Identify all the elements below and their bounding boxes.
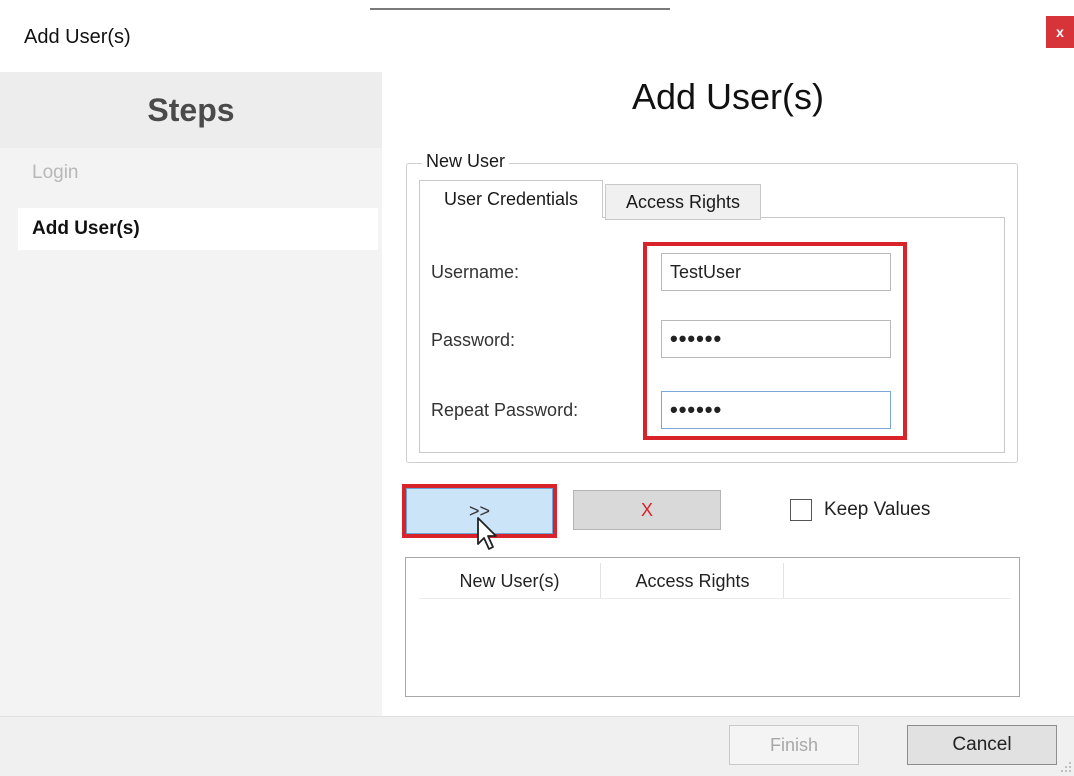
steps-panel: Steps Login Add User(s) (0, 72, 382, 716)
tab-access-rights[interactable]: Access Rights (605, 184, 761, 220)
cancel-button[interactable]: Cancel (907, 725, 1057, 765)
tab-user-credentials[interactable]: User Credentials (419, 180, 603, 218)
mouse-pointer-icon (477, 517, 497, 550)
keep-values-checkbox[interactable] (790, 499, 812, 521)
highlight-fields-box (643, 242, 907, 440)
clear-button[interactable]: X (573, 490, 721, 530)
column-header-new-users[interactable]: New User(s) (419, 563, 601, 599)
repeat-password-label: Repeat Password: (431, 400, 579, 420)
page-title: Add User(s) (631, 76, 825, 117)
window-title: Add User(s) (24, 26, 131, 48)
password-label: Password: (431, 330, 516, 350)
username-label: Username: (431, 262, 520, 282)
groupbox-title: New User (422, 151, 510, 172)
finish-button[interactable]: Finish (729, 725, 859, 765)
title-bar: Add User(s) (0, 10, 1074, 72)
resize-grip-icon[interactable] (1060, 760, 1072, 772)
step-item-login[interactable]: Login (18, 152, 378, 194)
close-icon[interactable]: x (1046, 16, 1074, 48)
keep-values-label: Keep Values (824, 499, 931, 520)
list-header-divider (419, 598, 1011, 599)
column-header-access-rights[interactable]: Access Rights (602, 563, 784, 599)
window-top-edge (0, 0, 1074, 10)
steps-header: Steps (0, 72, 382, 148)
step-item-add-users[interactable]: Add User(s) (18, 208, 378, 250)
